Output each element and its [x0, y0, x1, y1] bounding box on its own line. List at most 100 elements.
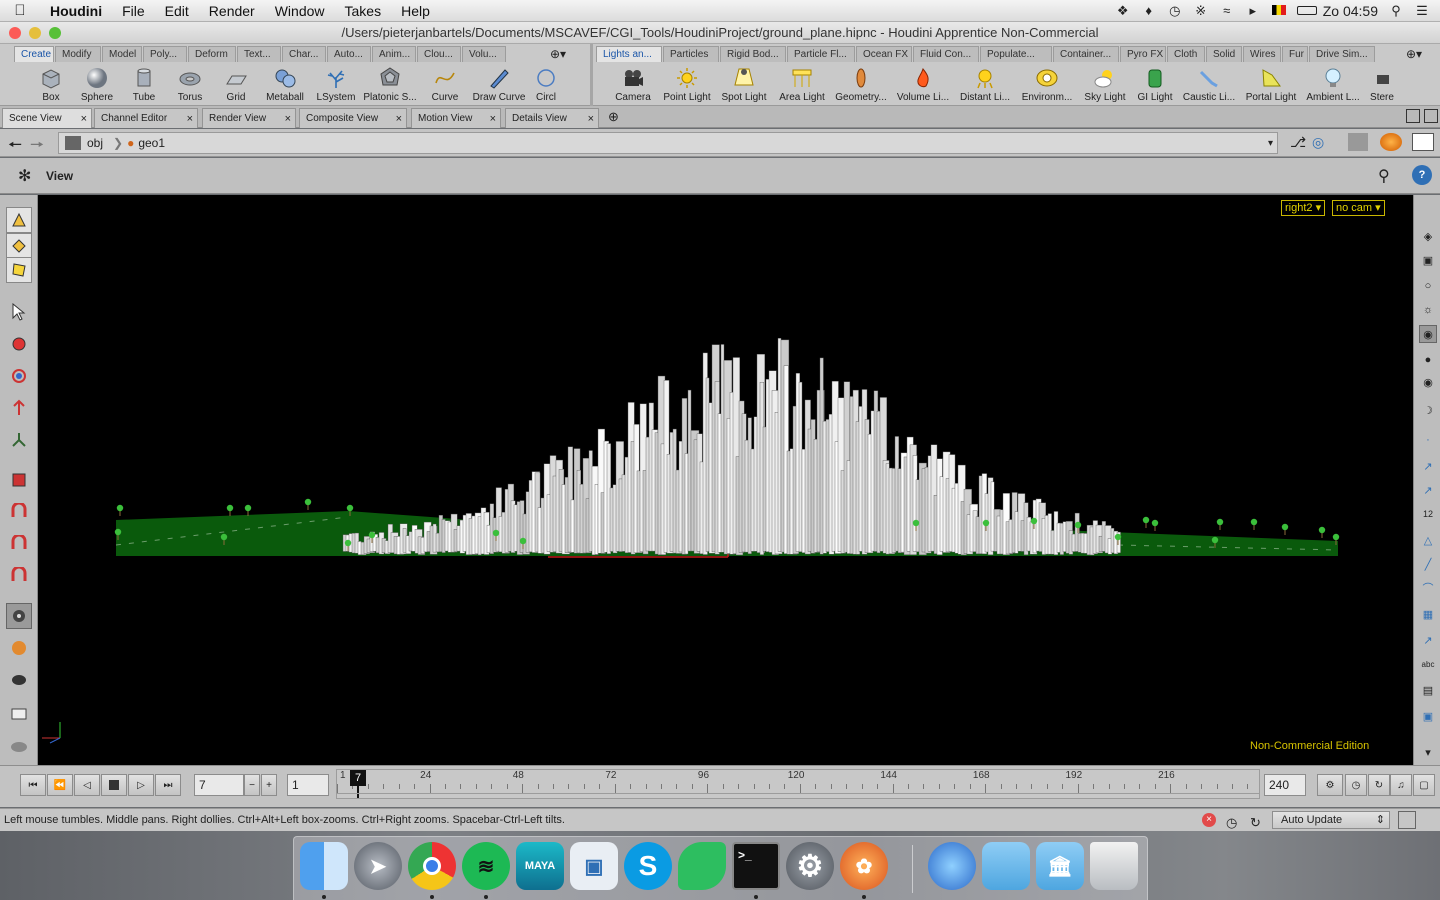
add-shelf-tab-icon[interactable]: ⊕▾ [550, 47, 566, 61]
tab-motion-view[interactable]: Motion View × [411, 108, 501, 128]
tool-environment-light[interactable]: Environm... [1016, 63, 1078, 103]
point-numbers-icon[interactable]: 12 [1419, 505, 1437, 523]
global-animation-options-button[interactable]: ▢ [1413, 774, 1435, 796]
update-mode-select[interactable]: Auto Update ⇕ [1272, 811, 1390, 829]
settings-tool-icon[interactable] [6, 733, 32, 759]
dock-chrome-canary-icon[interactable] [928, 842, 976, 890]
prim-normals-icon[interactable]: ↗ [1419, 481, 1437, 499]
tab-render-view[interactable]: Render View × [202, 108, 296, 128]
color-scheme-icon[interactable] [1380, 133, 1402, 151]
tool-distant-light[interactable]: Distant Li... [954, 63, 1016, 103]
pose-tool-icon[interactable] [6, 467, 32, 493]
dock-houdini-icon[interactable]: ✿ [840, 842, 888, 890]
shelf-tab-ocean-fx[interactable]: Ocean FX [856, 46, 912, 62]
step-back-key-button[interactable]: ⏪ [47, 774, 73, 796]
time-machine-icon[interactable]: ◷ [1167, 4, 1183, 18]
stop-button[interactable] [101, 774, 127, 796]
tab-composite-view[interactable]: Composite View × [299, 108, 407, 128]
spotlight-search-icon[interactable]: ⚲ [1388, 4, 1404, 18]
shelf-tab-poly[interactable]: Poly... [143, 46, 187, 62]
tool-spot-light[interactable]: Spot Light [714, 63, 774, 103]
shelf-tab-solid[interactable]: Solid [1206, 46, 1242, 62]
tool-grid[interactable]: Grid [214, 63, 258, 103]
tool-stereo-camera[interactable]: Stere [1364, 63, 1400, 103]
camera-menu[interactable]: right2 ▾ [1281, 200, 1326, 216]
rotate-tool-icon[interactable] [6, 363, 32, 389]
handle-tool-icon[interactable] [6, 427, 32, 453]
tool-curve[interactable]: Curve [420, 63, 470, 103]
frame-increment-button[interactable]: + [261, 774, 277, 796]
memory-icon[interactable] [1398, 811, 1416, 829]
tool-gi-light[interactable]: GI Light [1132, 63, 1178, 103]
light-icon[interactable]: ☼ [1419, 301, 1437, 319]
pane-layout-icon[interactable] [1412, 133, 1434, 151]
display-options-icon[interactable]: ◈ [1419, 227, 1437, 245]
realtime-button[interactable]: ◷ [1345, 774, 1367, 796]
add-shelf-tab-right-icon[interactable]: ⊕▾ [1406, 47, 1422, 61]
dock-trash-icon[interactable] [1090, 842, 1138, 890]
range-slider[interactable] [337, 793, 1259, 799]
volume-icon[interactable]: ▸ [1245, 4, 1261, 18]
tool-draw-curve[interactable]: Draw Curve [470, 63, 528, 103]
tool-geometry-light[interactable]: Geometry... [830, 63, 892, 103]
minimize-window-button[interactable] [29, 27, 41, 39]
brush-tool-icon[interactable] [6, 531, 32, 557]
path-node[interactable]: geo1 [138, 136, 165, 150]
battery-icon[interactable] [1296, 4, 1317, 18]
tool-camera[interactable]: Camera [606, 63, 660, 103]
zoom-window-button[interactable] [49, 27, 61, 39]
select-primitives-icon[interactable] [6, 257, 32, 283]
select-points-icon[interactable] [6, 207, 32, 233]
jump-to-end-button[interactable]: ⏭ [155, 774, 181, 796]
playhead[interactable]: 7 [350, 770, 366, 786]
network-path[interactable]: obj ❯ ● geo1 ▾ [58, 132, 1278, 154]
play-reverse-button[interactable]: ◁ [74, 774, 100, 796]
tool-ambient-light[interactable]: Ambient L... [1302, 63, 1364, 103]
shelf-tab-particles[interactable]: Particles [663, 46, 719, 62]
notes-icon[interactable] [6, 701, 32, 727]
audio-button[interactable]: ⚙ [1317, 774, 1343, 796]
maximize-pane-icon[interactable] [1406, 109, 1420, 123]
shelf-tab-char[interactable]: Char... [282, 46, 326, 62]
shelf-tab-rigid-bodies[interactable]: Rigid Bod... [720, 46, 786, 62]
apple-icon[interactable]:  [0, 2, 40, 19]
tab-details-view[interactable]: Details View × [505, 108, 599, 128]
jump-to-start-button[interactable]: ⏮ [20, 774, 46, 796]
visibility-icon[interactable]: ☽ [1419, 401, 1437, 419]
dock-applications-icon[interactable]: 🏛 [1036, 842, 1084, 890]
tab-scene-view[interactable]: Scene View × [2, 108, 92, 128]
shelf-tab-wires[interactable]: Wires [1243, 46, 1281, 62]
shelf-tab-pyro-fx[interactable]: Pyro FX [1120, 46, 1166, 62]
tool-sphere[interactable]: Sphere [72, 63, 122, 103]
path-dropdown-icon[interactable]: ▾ [1268, 138, 1273, 149]
dock-spotify-icon[interactable]: ≋ [462, 842, 510, 890]
dock-launchpad-icon[interactable]: ➤ [354, 842, 402, 890]
magnet-tool-icon[interactable] [6, 499, 32, 525]
shelf-tab-cloth[interactable]: Cloth [1167, 46, 1205, 62]
tool-lsystem[interactable]: LSystem [312, 63, 360, 103]
shelf-tab-create[interactable]: Create [14, 46, 54, 62]
smooth-shaded-icon[interactable]: ● [1419, 351, 1437, 369]
tool-tube[interactable]: Tube [122, 63, 166, 103]
menu-file[interactable]: File [112, 3, 155, 19]
play-forward-button[interactable]: ▷ [128, 774, 154, 796]
vectors-icon[interactable]: ↗ [1419, 631, 1437, 649]
forward-arrow-icon[interactable]: 🠖 [30, 134, 44, 161]
view-tool-active-icon[interactable] [6, 603, 32, 629]
shelf-tab-volu[interactable]: Volu... [462, 46, 506, 62]
tool-portal-light[interactable]: Portal Light [1240, 63, 1302, 103]
view-tool-icon[interactable]: ✻ [18, 166, 31, 186]
help-icon[interactable]: ? [1412, 165, 1432, 185]
tool-caustic-light[interactable]: Caustic Li... [1178, 63, 1240, 103]
close-window-button[interactable] [9, 27, 21, 39]
menu-help[interactable]: Help [391, 3, 440, 19]
add-pane-tab-icon[interactable]: ⊕ [608, 109, 619, 125]
shelf-tab-modify[interactable]: Modify [55, 46, 101, 62]
flat-shaded-icon[interactable]: ◉ [1419, 373, 1437, 391]
close-tab-icon[interactable]: × [81, 109, 87, 129]
render-region-icon[interactable] [6, 635, 32, 661]
dock-preview-icon[interactable]: ▣ [570, 842, 618, 890]
select-edges-icon[interactable] [6, 233, 32, 259]
dock-chrome-icon[interactable] [408, 842, 456, 890]
step-field[interactable]: 1 [287, 774, 329, 796]
